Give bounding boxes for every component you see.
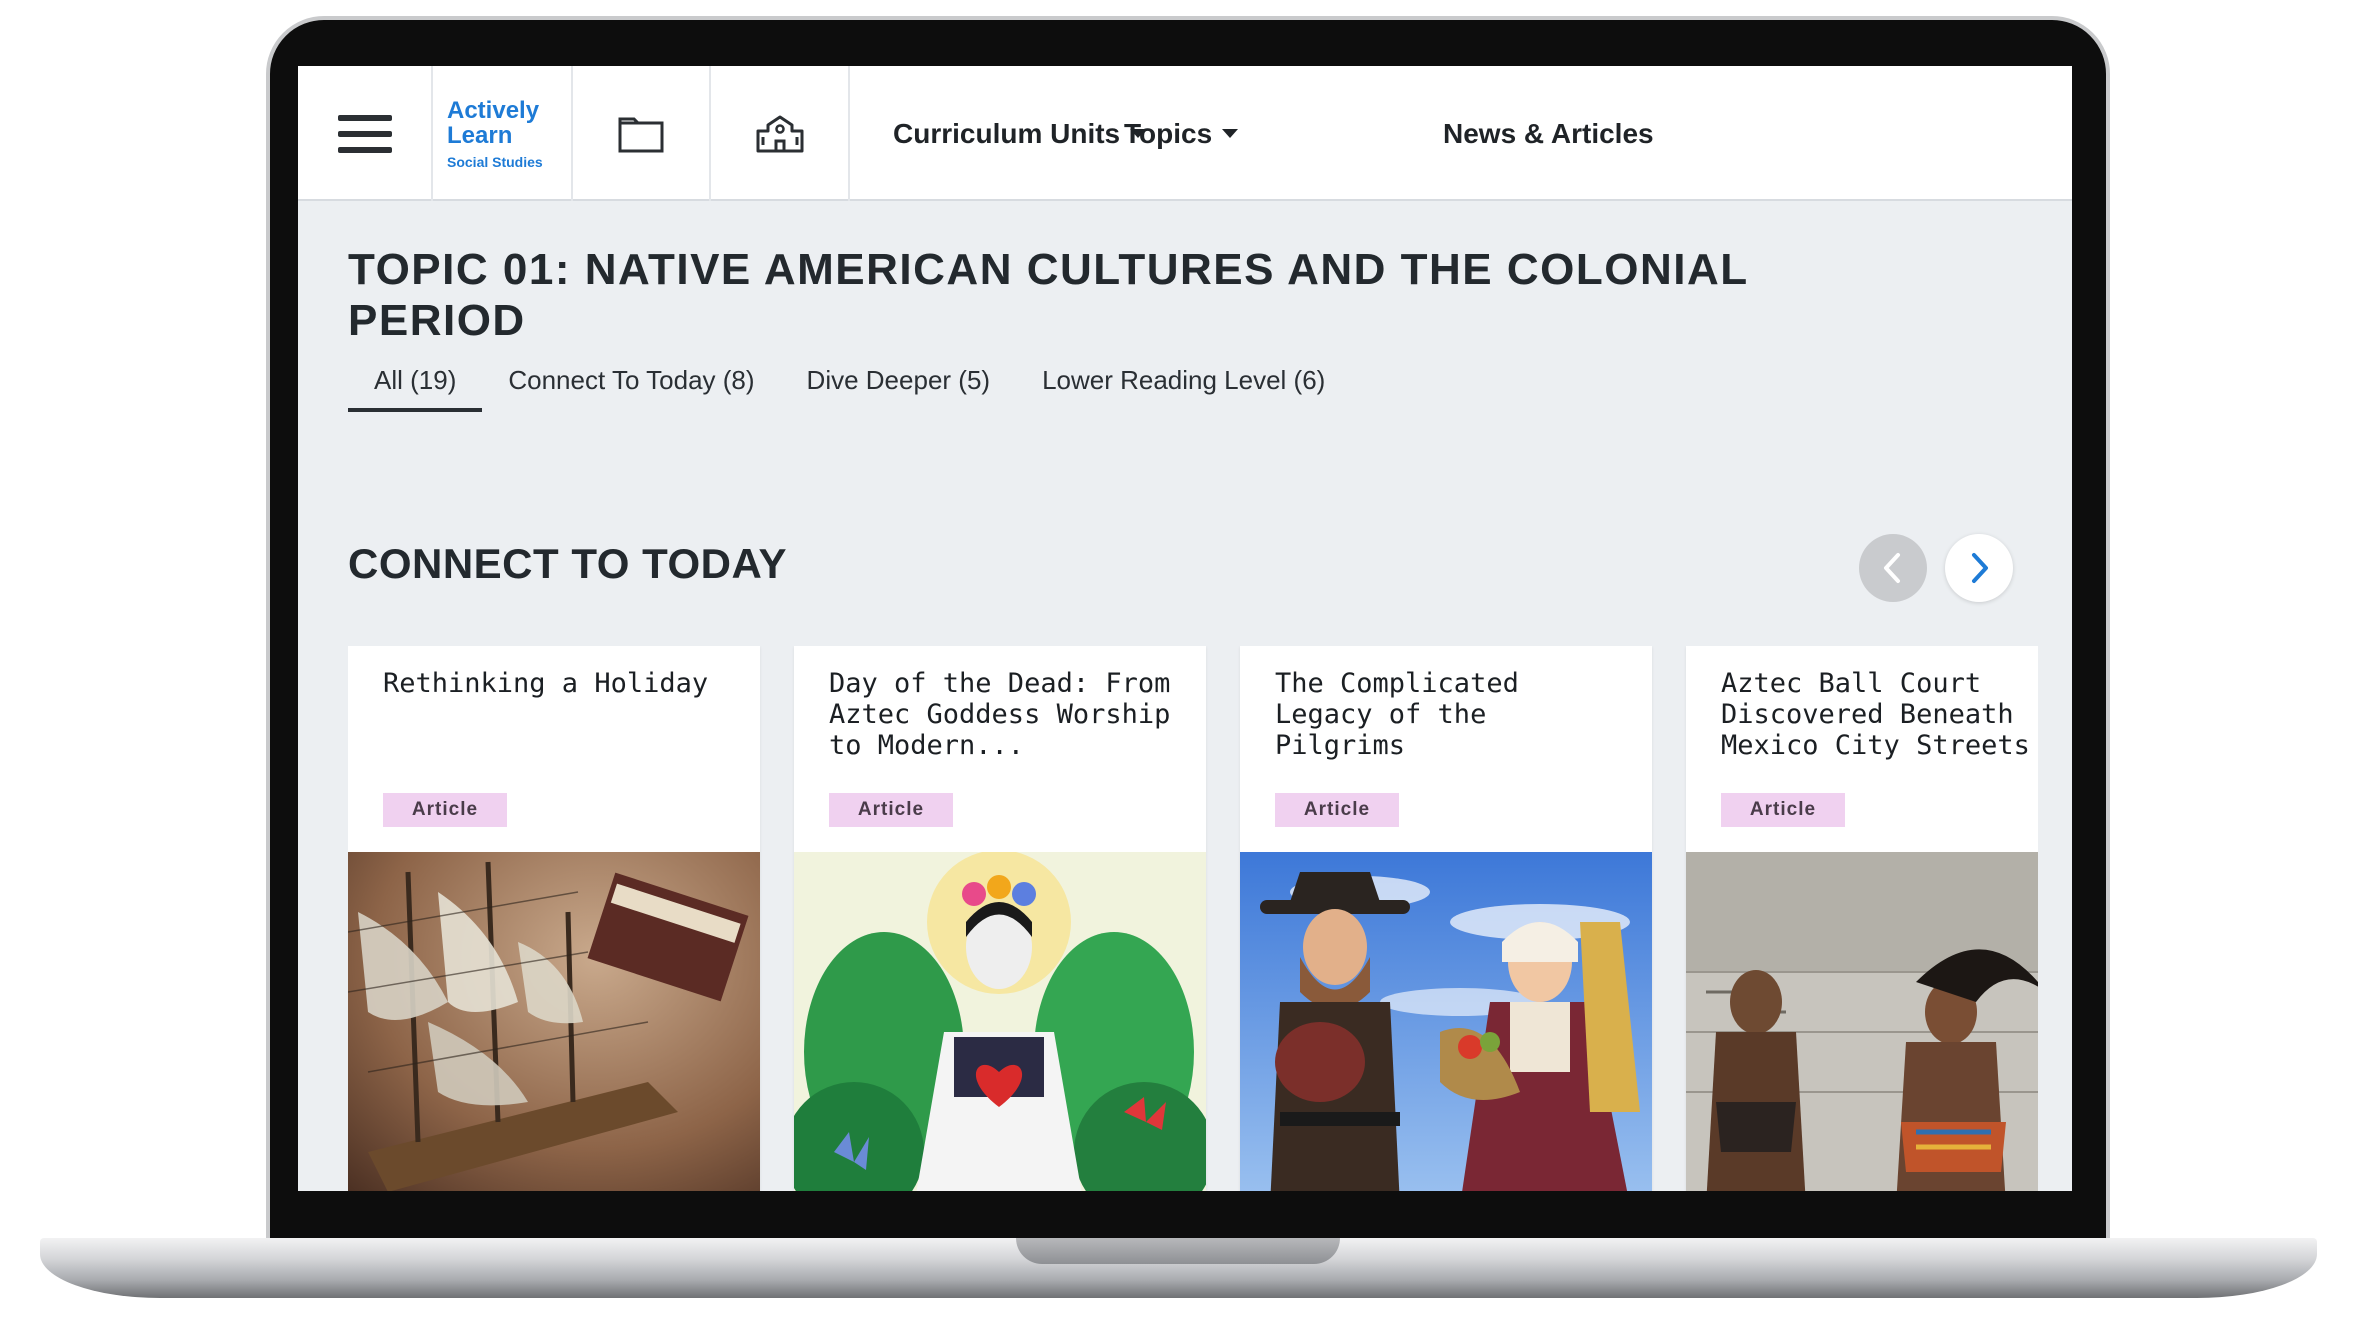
nav-topics-label: Topics bbox=[1124, 117, 1213, 149]
logo-text-secondary: Learn bbox=[447, 121, 513, 149]
page-title: TOPIC 01: NATIVE AMERICAN CULTURES AND T… bbox=[348, 245, 1748, 345]
filter-tabs: All (19) Connect To Today (8) Dive Deepe… bbox=[348, 356, 1351, 412]
menu-icon bbox=[337, 110, 392, 158]
card-image bbox=[348, 852, 760, 1191]
nav-curriculum-units[interactable]: Curriculum Units bbox=[893, 66, 1147, 201]
content-card[interactable]: The Complicated Legacy of the Pilgrims A… bbox=[1240, 646, 1652, 1191]
card-type-badge: Article bbox=[1721, 793, 1845, 827]
classes-button[interactable] bbox=[711, 66, 850, 201]
carousel-prev-button[interactable] bbox=[1859, 534, 1927, 602]
card-carousel: Rethinking a Holiday Article Day of the … bbox=[348, 646, 2038, 1191]
caret-down-icon bbox=[1222, 129, 1239, 138]
logo[interactable]: Actively Learn Social Studies bbox=[433, 66, 573, 201]
carousel-next-button[interactable] bbox=[1945, 534, 2013, 602]
folder-icon bbox=[618, 117, 664, 152]
tab-lower-reading-level[interactable]: Lower Reading Level (6) bbox=[1016, 356, 1351, 412]
nav-news-articles-label: News & Articles bbox=[1443, 117, 1654, 149]
card-title: The Complicated Legacy of the Pilgrims bbox=[1275, 668, 1519, 761]
content-card[interactable]: Rethinking a Holiday Article bbox=[348, 646, 760, 1191]
nav-topics[interactable]: Topics bbox=[1124, 66, 1239, 201]
card-image bbox=[1686, 852, 2038, 1191]
chevron-right-icon bbox=[1972, 553, 1988, 583]
card-title: Day of the Dead: From Aztec Goddess Wors… bbox=[829, 668, 1171, 761]
card-type-badge: Article bbox=[383, 793, 507, 827]
section-title: CONNECT TO TODAY bbox=[348, 540, 787, 587]
card-type-badge: Article bbox=[829, 793, 953, 827]
menu-button[interactable] bbox=[298, 66, 433, 201]
logo-text-primary: Actively bbox=[447, 96, 540, 124]
tab-all[interactable]: All (19) bbox=[348, 356, 483, 412]
card-type-badge: Article bbox=[1275, 793, 1399, 827]
card-title: Aztec Ball Court Discovered Beneath Mexi… bbox=[1721, 668, 2030, 761]
logo-subtitle: Social Studies bbox=[447, 153, 543, 170]
laptop-notch bbox=[1016, 1238, 1340, 1264]
nav-news-articles[interactable]: News & Articles bbox=[1443, 66, 1654, 201]
school-icon bbox=[756, 115, 803, 152]
tab-dive-deeper[interactable]: Dive Deeper (5) bbox=[781, 356, 1017, 412]
nav-curriculum-units-label: Curriculum Units bbox=[893, 117, 1121, 149]
chevron-left-icon bbox=[1884, 553, 1900, 583]
tab-connect-to-today[interactable]: Connect To Today (8) bbox=[482, 356, 780, 412]
top-navbar: Actively Learn Social Studies Curriculum… bbox=[298, 66, 2072, 201]
library-button[interactable] bbox=[573, 66, 711, 201]
content-card[interactable]: Aztec Ball Court Discovered Beneath Mexi… bbox=[1686, 646, 2038, 1191]
content-card[interactable]: Day of the Dead: From Aztec Goddess Wors… bbox=[794, 646, 1206, 1191]
app-screen: Actively Learn Social Studies Curriculum… bbox=[298, 66, 2072, 1191]
card-image bbox=[1240, 852, 1652, 1191]
card-image bbox=[794, 852, 1206, 1191]
card-title: Rethinking a Holiday bbox=[383, 668, 709, 699]
